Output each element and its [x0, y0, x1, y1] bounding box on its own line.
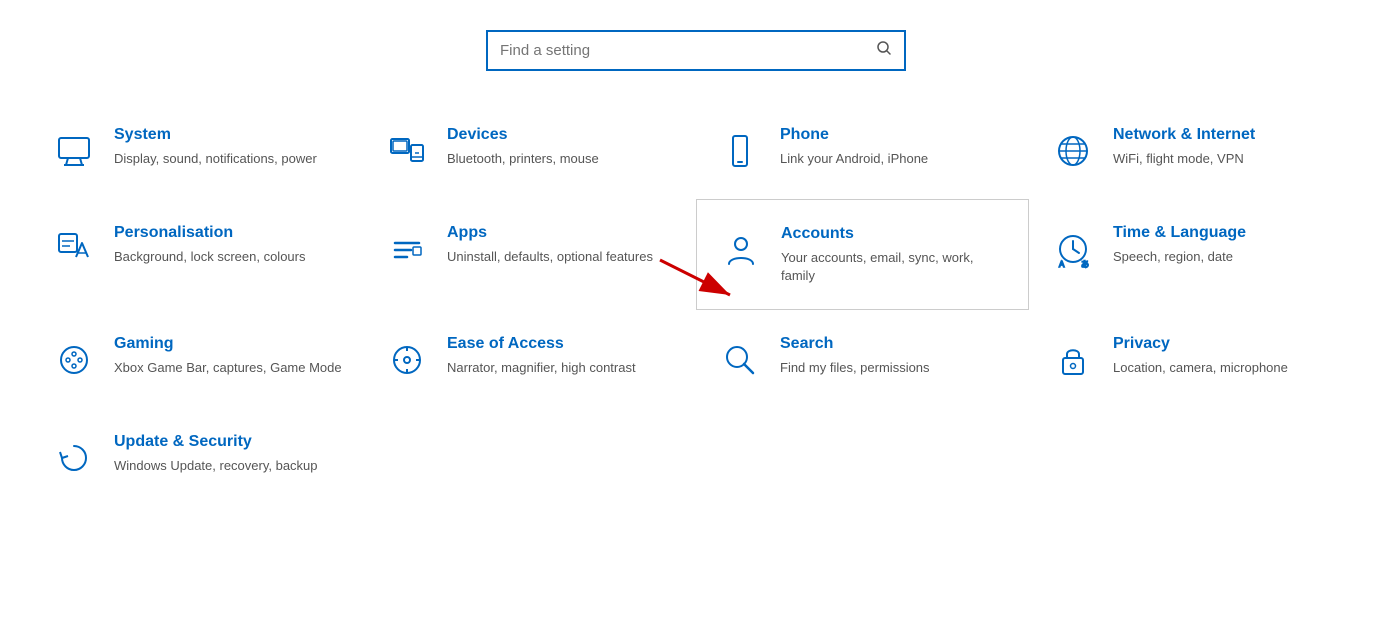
search-icon — [716, 336, 764, 384]
settings-item-phone[interactable]: Phone Link your Android, iPhone — [696, 101, 1029, 199]
settings-item-time[interactable]: A あ Time & Language Speech, region, date — [1029, 199, 1362, 310]
time-icon: A あ — [1049, 225, 1097, 273]
settings-item-gaming[interactable]: Gaming Xbox Game Bar, captures, Game Mod… — [30, 310, 363, 408]
phone-desc: Link your Android, iPhone — [780, 150, 928, 168]
search-desc: Find my files, permissions — [780, 359, 930, 377]
apps-icon — [383, 225, 431, 273]
ease-desc: Narrator, magnifier, high contrast — [447, 359, 636, 377]
devices-icon — [383, 127, 431, 175]
apps-title: Apps — [447, 223, 653, 244]
update-desc: Windows Update, recovery, backup — [114, 457, 318, 475]
settings-item-devices[interactable]: Devices Bluetooth, printers, mouse — [363, 101, 696, 199]
svg-text:A: A — [1059, 260, 1065, 269]
search-icon — [876, 40, 892, 61]
personalisation-icon — [50, 225, 98, 273]
settings-item-search[interactable]: Search Find my files, permissions — [696, 310, 1029, 408]
settings-grid: System Display, sound, notifications, po… — [0, 91, 1392, 516]
accounts-icon — [717, 226, 765, 274]
accounts-desc: Your accounts, email, sync, work, family — [781, 249, 1008, 285]
system-title: System — [114, 125, 317, 146]
settings-item-update[interactable]: Update & Security Windows Update, recove… — [30, 408, 363, 506]
search-bar[interactable] — [486, 30, 906, 71]
update-title: Update & Security — [114, 432, 318, 453]
network-icon — [1049, 127, 1097, 175]
settings-item-privacy[interactable]: Privacy Location, camera, microphone — [1029, 310, 1362, 408]
devices-desc: Bluetooth, printers, mouse — [447, 150, 599, 168]
privacy-desc: Location, camera, microphone — [1113, 359, 1288, 377]
personalisation-title: Personalisation — [114, 223, 305, 244]
gaming-icon — [50, 336, 98, 384]
personalisation-desc: Background, lock screen, colours — [114, 248, 305, 266]
devices-title: Devices — [447, 125, 599, 146]
network-title: Network & Internet — [1113, 125, 1255, 146]
time-title: Time & Language — [1113, 223, 1246, 244]
system-desc: Display, sound, notifications, power — [114, 150, 317, 168]
network-desc: WiFi, flight mode, VPN — [1113, 150, 1255, 168]
settings-item-accounts[interactable]: Accounts Your accounts, email, sync, wor… — [696, 199, 1029, 310]
settings-item-network[interactable]: Network & Internet WiFi, flight mode, VP… — [1029, 101, 1362, 199]
accounts-title: Accounts — [781, 224, 1008, 245]
privacy-icon — [1049, 336, 1097, 384]
apps-desc: Uninstall, defaults, optional features — [447, 248, 653, 266]
settings-item-system[interactable]: System Display, sound, notifications, po… — [30, 101, 363, 199]
search-title: Search — [780, 334, 930, 355]
ease-icon — [383, 336, 431, 384]
ease-title: Ease of Access — [447, 334, 636, 355]
search-input[interactable] — [500, 42, 876, 59]
update-icon — [50, 434, 98, 482]
phone-icon — [716, 127, 764, 175]
time-desc: Speech, region, date — [1113, 248, 1246, 266]
phone-title: Phone — [780, 125, 928, 146]
gaming-desc: Xbox Game Bar, captures, Game Mode — [114, 359, 342, 377]
settings-item-apps[interactable]: Apps Uninstall, defaults, optional featu… — [363, 199, 696, 310]
settings-item-personalisation[interactable]: Personalisation Background, lock screen,… — [30, 199, 363, 310]
settings-item-ease[interactable]: Ease of Access Narrator, magnifier, high… — [363, 310, 696, 408]
privacy-title: Privacy — [1113, 334, 1288, 355]
gaming-title: Gaming — [114, 334, 342, 355]
svg-text:あ: あ — [1081, 260, 1089, 269]
system-icon — [50, 127, 98, 175]
